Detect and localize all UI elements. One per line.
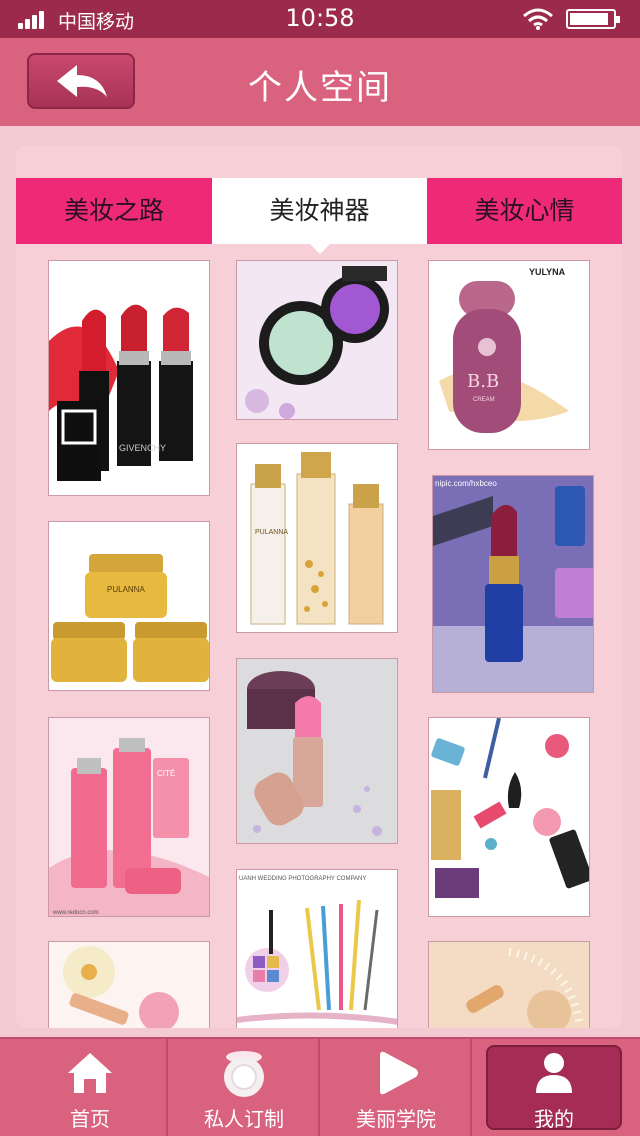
header: 个人空间 — [0, 38, 640, 126]
user-icon — [536, 1053, 572, 1093]
tab-beauty-road[interactable]: 美妆之路 — [16, 178, 212, 244]
product-card-eyeshadow[interactable] — [236, 260, 398, 420]
bb-cream-image: YULYNA B.B CREAM — [439, 267, 569, 433]
nav-academy-label: 美丽学院 — [356, 1107, 436, 1131]
content-panel: 美妆之路 美妆神器 美妆心情 GIVENCHY PULANNA CITÉ www… — [16, 145, 622, 1028]
product-card-brushes[interactable]: UANH WEDDING PHOTOGRAPHY COMPANY — [236, 869, 398, 1028]
product-card-pearls[interactable] — [428, 941, 590, 1028]
nav-mine-label: 我的 — [534, 1107, 574, 1131]
nav-divider — [470, 1039, 472, 1136]
tab-beauty-mood[interactable]: 美妆心情 — [427, 178, 622, 244]
redocn-watermark: www.redocn.com — [52, 910, 99, 916]
play-icon — [380, 1051, 418, 1095]
brushes-image: UANH WEDDING PHOTOGRAPHY COMPANY — [237, 876, 397, 1025]
product-card-lipstick[interactable]: GIVENCHY — [48, 260, 210, 496]
battery-icon — [566, 9, 620, 29]
tab-bar: 美妆之路 美妆神器 美妆心情 — [16, 178, 622, 254]
cite-bottles-image: CITÉ www.redocn.com — [49, 718, 209, 916]
pink-lipstick-image — [237, 659, 397, 843]
nav-home[interactable]: 首页 — [14, 1039, 166, 1136]
bottom-nav: 首页 私人订制 美丽学院 我的 — [0, 1037, 640, 1136]
page-title: 个人空间 — [248, 68, 392, 108]
product-card-pulanna-serums[interactable]: PULANNA — [236, 443, 398, 633]
bb-label: B.B — [467, 371, 499, 392]
nav-home-label: 首页 — [70, 1107, 110, 1131]
pearls-image — [429, 942, 589, 1028]
product-card-pink-lipstick[interactable] — [236, 658, 398, 844]
serum-brand: PULANNA — [255, 529, 288, 536]
nipic-watermark: nipic.com/hxbceo — [435, 479, 497, 488]
tab-beauty-tools[interactable]: 美妆神器 — [212, 178, 427, 254]
cream-jars-image: PULANNA — [51, 554, 209, 682]
makeup-set-image — [431, 718, 589, 898]
cream-brand: PULANNA — [107, 585, 145, 594]
product-card-flower-cosmetics[interactable] — [48, 941, 210, 1028]
flower-cosmetics-image — [49, 942, 209, 1028]
product-card-makeup-set[interactable] — [428, 717, 590, 917]
product-card-bb-cream[interactable]: YULYNA B.B CREAM — [428, 260, 590, 450]
cite-brand: CITÉ — [157, 769, 175, 778]
lipstick-image: GIVENCHY — [49, 304, 193, 481]
status-bar: 中国移动 10:58 — [0, 0, 640, 38]
eyeshadow-image — [237, 261, 397, 419]
nav-custom[interactable]: 私人订制 — [168, 1039, 320, 1136]
bb-brand: YULYNA — [529, 267, 566, 277]
lipstick-brand: GIVENCHY — [119, 443, 166, 453]
wedding-caption: UANH WEDDING PHOTOGRAPHY COMPANY — [239, 876, 366, 882]
home-icon — [68, 1053, 112, 1093]
product-card-red-lipstick[interactable]: nipic.com/hxbceo — [432, 475, 594, 693]
compact-powder-icon — [224, 1051, 264, 1097]
wifi-icon — [523, 8, 553, 30]
nav-custom-label: 私人订制 — [204, 1107, 284, 1131]
nav-mine[interactable]: 我的 — [484, 1039, 636, 1136]
bb-sub: CREAM — [473, 397, 495, 403]
product-card-cite-bottles[interactable]: CITÉ www.redocn.com — [48, 717, 210, 917]
product-card-cream-jars[interactable]: PULANNA — [48, 521, 210, 691]
pulanna-serums-image: PULANNA — [250, 452, 384, 625]
nav-academy[interactable]: 美丽学院 — [320, 1039, 472, 1136]
red-lipstick-image: nipic.com/hxbceo — [433, 476, 593, 692]
